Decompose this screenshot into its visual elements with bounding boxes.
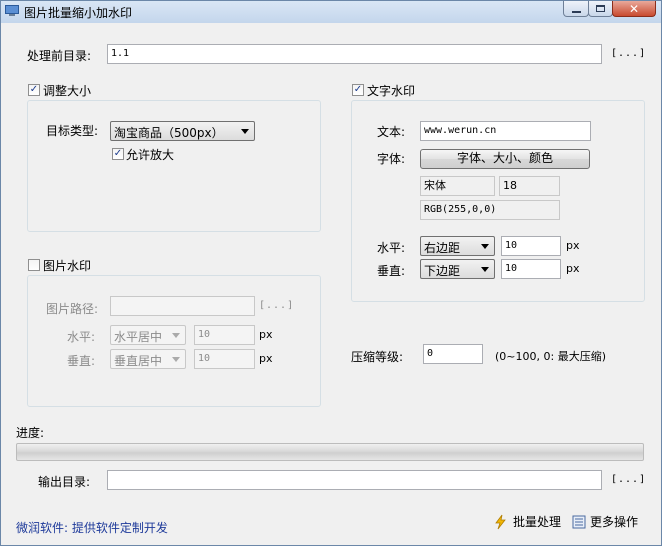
chevron-down-icon [172, 333, 180, 338]
text-input[interactable]: www.werun.cn [420, 121, 591, 141]
text-label: 文本: [377, 125, 406, 139]
title-bar: 图片批量缩小加水印 ✕ [1, 1, 661, 23]
list-icon [572, 515, 586, 528]
image-v-offset-input[interactable]: 10 [194, 349, 255, 369]
source-dir-input[interactable]: 1.1 [107, 44, 602, 64]
text-v-align-select[interactable]: 下边距 [420, 259, 495, 279]
progress-label: 进度: [16, 426, 45, 440]
image-watermark-checkbox[interactable] [28, 259, 40, 271]
source-browse-button[interactable]: [...] [611, 48, 646, 59]
compression-input[interactable]: 0 [423, 344, 483, 364]
image-path-label: 图片路径: [46, 302, 99, 316]
batch-process-button[interactable]: 批量处理 [493, 513, 561, 530]
image-v-align-select[interactable]: 垂直居中 [110, 349, 186, 369]
image-h-align-value: 水平居中 [114, 330, 163, 344]
close-button[interactable]: ✕ [612, 1, 656, 17]
text-h-label: 水平: [377, 241, 406, 255]
target-type-label: 目标类型: [46, 124, 99, 138]
image-h-label: 水平: [67, 330, 96, 344]
maximize-icon [596, 5, 605, 12]
app-window: 图片批量缩小加水印 ✕ 处理前目录: 1.1 [...] ✓ 调整大小 目标类型… [0, 0, 662, 546]
lightning-icon [495, 514, 506, 529]
vendor-link[interactable]: 微润软件: 提供软件定制开发 [16, 519, 168, 536]
output-browse-button[interactable]: [...] [611, 474, 646, 485]
allow-enlarge-checkbox[interactable]: ✓ [112, 148, 124, 160]
text-v-align-value: 下边距 [424, 264, 461, 278]
font-settings-button[interactable]: 字体、大小、颜色 [420, 149, 590, 169]
text-h-offset-input[interactable]: 10 [501, 236, 561, 256]
maximize-button[interactable] [588, 1, 613, 17]
text-v-unit: px [566, 262, 580, 275]
target-type-select[interactable]: 淘宝商品（500px） [110, 121, 255, 141]
check-icon: ✓ [113, 148, 123, 159]
output-dir-input[interactable] [107, 470, 602, 490]
resize-label: 调整大小 [43, 84, 92, 98]
text-watermark-label: 文字水印 [367, 84, 416, 98]
target-type-value: 淘宝商品（500px） [114, 126, 224, 140]
output-dir-label: 输出目录: [38, 475, 91, 489]
resize-checkbox[interactable]: ✓ [28, 84, 40, 96]
font-color-display: RGB(255,0,0) [420, 200, 560, 220]
allow-enlarge-label: 允许放大 [126, 148, 175, 162]
text-h-align-select[interactable]: 右边距 [420, 236, 495, 256]
image-v-label: 垂直: [67, 354, 96, 368]
minimize-icon [571, 10, 581, 13]
image-watermark-label: 图片水印 [43, 259, 92, 273]
compression-label: 压缩等级: [351, 350, 404, 364]
close-icon: ✕ [628, 1, 640, 16]
image-h-offset-input[interactable]: 10 [194, 325, 255, 345]
source-dir-label: 处理前目录: [27, 49, 92, 63]
chevron-down-icon [241, 129, 249, 134]
progress-bar [16, 443, 644, 461]
font-name-display: 宋体 [420, 176, 495, 196]
font-label: 字体: [377, 152, 406, 166]
more-actions-button[interactable]: 更多操作 [572, 513, 638, 530]
app-icon [5, 5, 19, 16]
image-browse-button[interactable]: [...] [259, 300, 294, 311]
resize-group [27, 100, 321, 232]
check-icon: ✓ [29, 84, 39, 95]
check-icon: ✓ [353, 84, 363, 95]
more-actions-label: 更多操作 [590, 515, 639, 529]
minimize-button[interactable] [563, 1, 589, 17]
text-v-label: 垂直: [377, 264, 406, 278]
chevron-down-icon [481, 267, 489, 272]
window-title: 图片批量缩小加水印 [24, 6, 133, 20]
image-path-input[interactable] [110, 296, 255, 316]
text-watermark-checkbox[interactable]: ✓ [352, 84, 364, 96]
font-size-display: 18 [499, 176, 560, 196]
text-v-offset-input[interactable]: 10 [501, 259, 561, 279]
text-h-unit: px [566, 239, 580, 252]
image-v-unit: px [259, 352, 273, 365]
image-v-align-value: 垂直居中 [114, 354, 163, 368]
image-h-unit: px [259, 328, 273, 341]
chevron-down-icon [481, 244, 489, 249]
chevron-down-icon [172, 357, 180, 362]
text-h-align-value: 右边距 [424, 241, 461, 255]
compression-hint: (0~100, 0: 最大压缩) [495, 350, 606, 363]
batch-process-label: 批量处理 [513, 515, 562, 529]
image-h-align-select[interactable]: 水平居中 [110, 325, 186, 345]
